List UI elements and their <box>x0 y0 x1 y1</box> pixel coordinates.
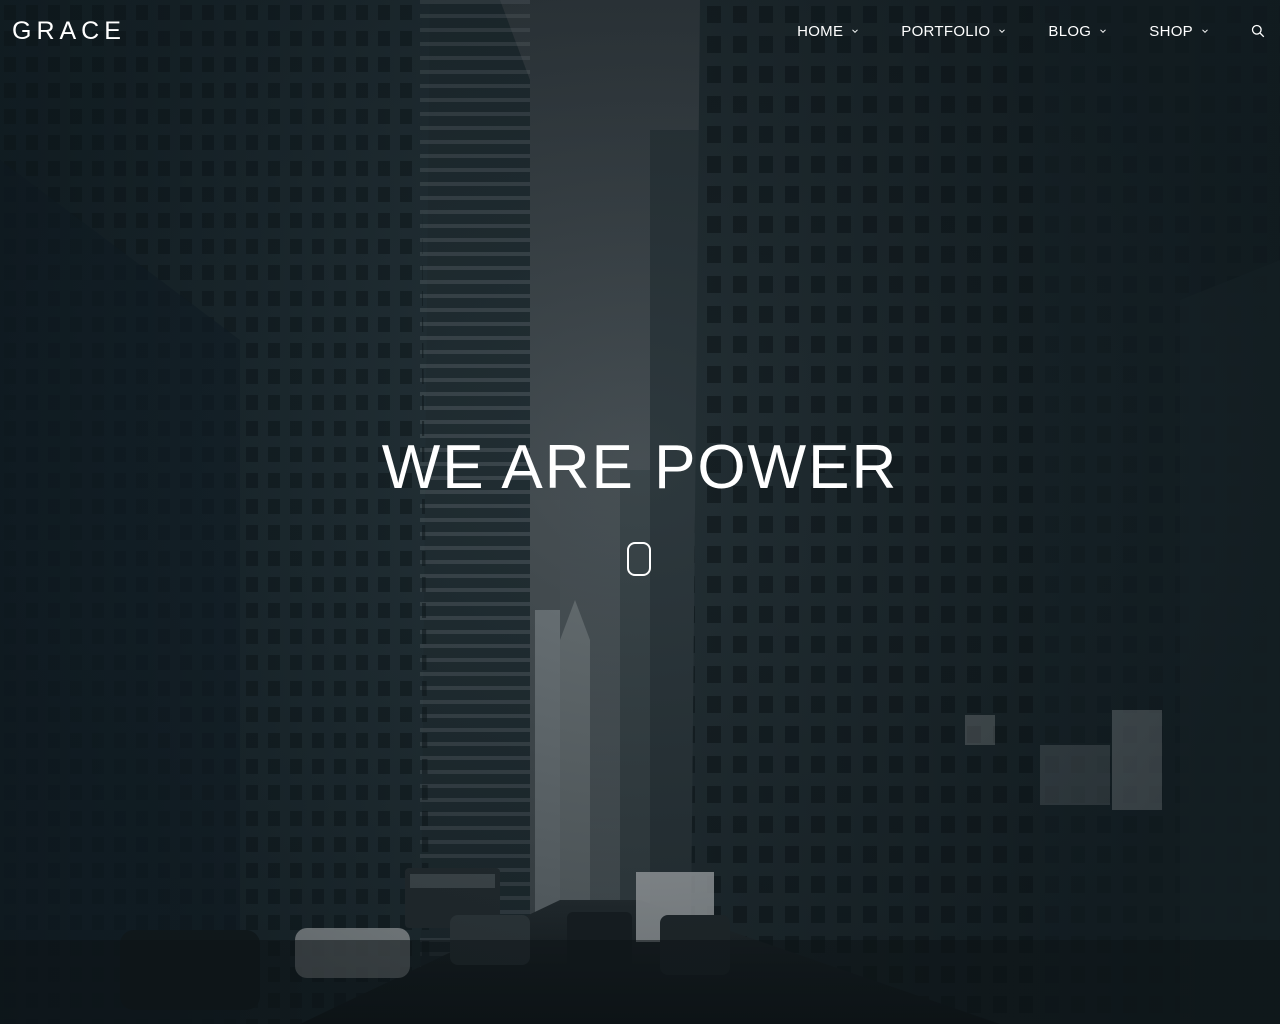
nav-item-shop[interactable]: SHOP <box>1149 23 1209 40</box>
nav-item-label: PORTFOLIO <box>901 22 991 40</box>
chevron-down-icon <box>999 29 1006 34</box>
main-nav: HOME PORTFOLIO BLOG SHOP <box>797 0 1280 62</box>
search-icon[interactable] <box>1251 24 1265 38</box>
site-header: GRACE HOME PORTFOLIO BLOG SHOP <box>0 0 1280 62</box>
nav-item-label: BLOG <box>1048 22 1092 40</box>
nav-item-label: HOME <box>797 22 844 40</box>
chevron-down-icon <box>852 29 859 34</box>
site-logo[interactable]: GRACE <box>12 17 126 45</box>
nav-item-label: SHOP <box>1149 22 1193 40</box>
hero-headline: WE ARE POWER <box>381 433 899 502</box>
hero-section: GRACE HOME PORTFOLIO BLOG SHOP WE ARE PO… <box>0 0 1280 1024</box>
nav-item-blog[interactable]: BLOG <box>1048 23 1107 40</box>
dark-overlay <box>0 0 1280 1024</box>
nav-item-home[interactable]: HOME <box>797 23 859 40</box>
nav-item-portfolio[interactable]: PORTFOLIO <box>901 23 1006 40</box>
chevron-down-icon <box>1100 29 1107 34</box>
mouse-scroll-icon[interactable] <box>627 542 651 576</box>
chevron-down-icon <box>1202 29 1208 34</box>
